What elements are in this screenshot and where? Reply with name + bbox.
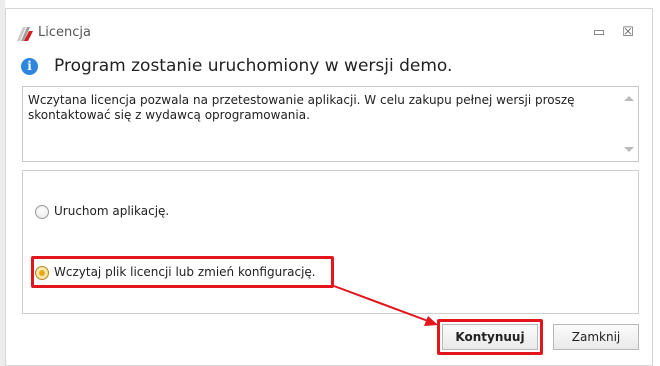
title-bar[interactable]: Licencja ▭ ☒ [6,9,652,59]
minimize-button[interactable]: ▭ [588,23,610,43]
close-icon: ☒ [622,25,634,40]
message-textarea[interactable]: Wczytana licencja pozwala na przetestowa… [22,86,639,162]
header-message: Program zostanie uruchomiony w wersji de… [54,56,453,76]
option-run-app-label[interactable]: Uruchom aplikację. [54,204,169,218]
close-button[interactable]: Zamknij [553,324,639,350]
options-group: Uruchom aplikację. Wczytaj plik licencji… [22,170,639,314]
message-scrollbar[interactable] [620,87,638,161]
annotation-highlight-option [31,256,334,288]
info-icon: i [21,58,38,75]
minimize-icon: ▭ [592,25,606,40]
scroll-down-icon[interactable] [624,147,634,152]
app-logo-icon [17,27,33,41]
scroll-up-icon[interactable] [624,96,634,101]
radio-run-app[interactable] [35,205,49,219]
close-window-button[interactable]: ☒ [617,23,639,43]
annotation-highlight-button [437,319,543,355]
license-message: Wczytana licencja pozwala na przetestowa… [28,93,575,122]
window-title: Licencja [38,25,91,40]
